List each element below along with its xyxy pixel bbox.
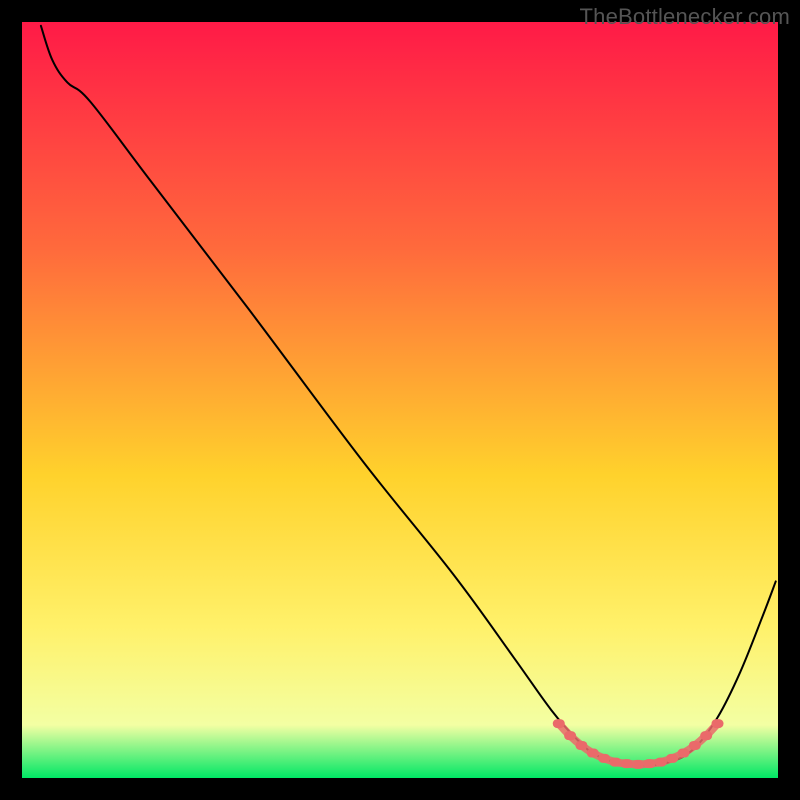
marker-dot (621, 759, 633, 768)
marker-dot (712, 719, 724, 728)
marker-dot (587, 749, 599, 758)
gradient-bg (22, 22, 778, 778)
marker-dot (643, 759, 655, 768)
marker-dot (632, 760, 644, 769)
marker-dot (700, 731, 712, 740)
marker-dot (689, 741, 701, 750)
marker-dot (655, 758, 667, 767)
marker-dot (564, 731, 576, 740)
chart-stage: TheBottlenecker.com (0, 0, 800, 800)
marker-dot (598, 754, 610, 763)
plot-area (22, 22, 778, 778)
marker-dot (678, 749, 690, 758)
watermark-text: TheBottlenecker.com (580, 4, 790, 30)
marker-dot (609, 758, 621, 767)
chart-svg (22, 22, 778, 778)
marker-dot (666, 754, 678, 763)
marker-dot (553, 719, 565, 728)
marker-dot (575, 741, 587, 750)
